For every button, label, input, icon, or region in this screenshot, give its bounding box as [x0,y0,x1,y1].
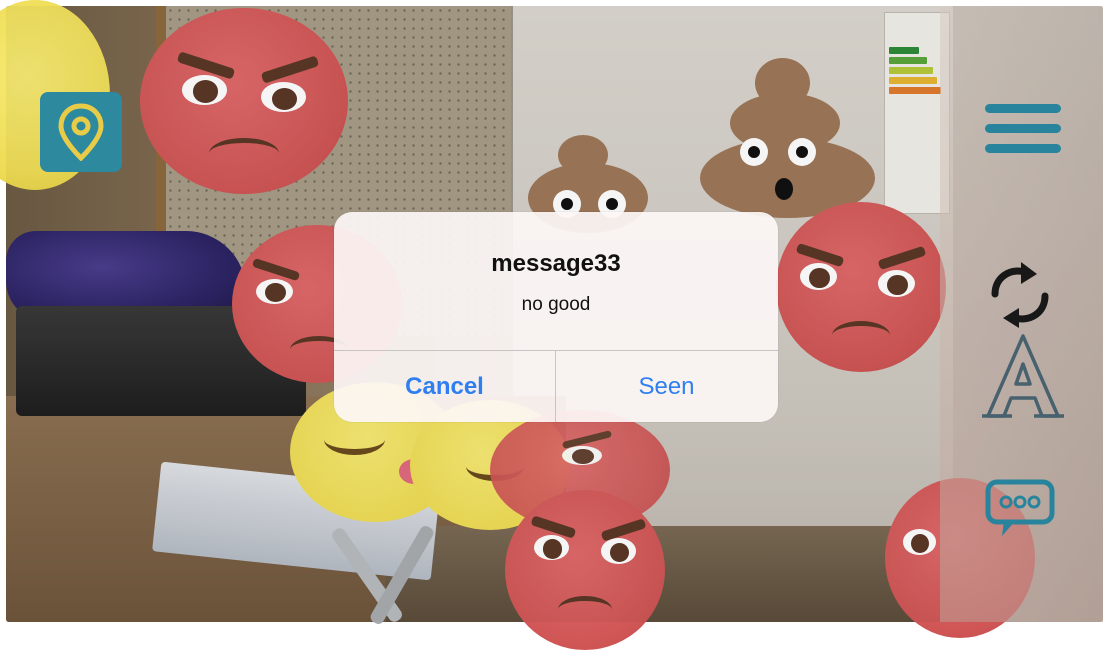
seen-button[interactable]: Seen [556,351,777,422]
alert-dialog: message33 no good Cancel Seen [334,212,778,422]
dialog-message: no good [521,294,591,315]
cancel-button[interactable]: Cancel [334,351,555,422]
dialog-title: message33 [491,250,621,277]
